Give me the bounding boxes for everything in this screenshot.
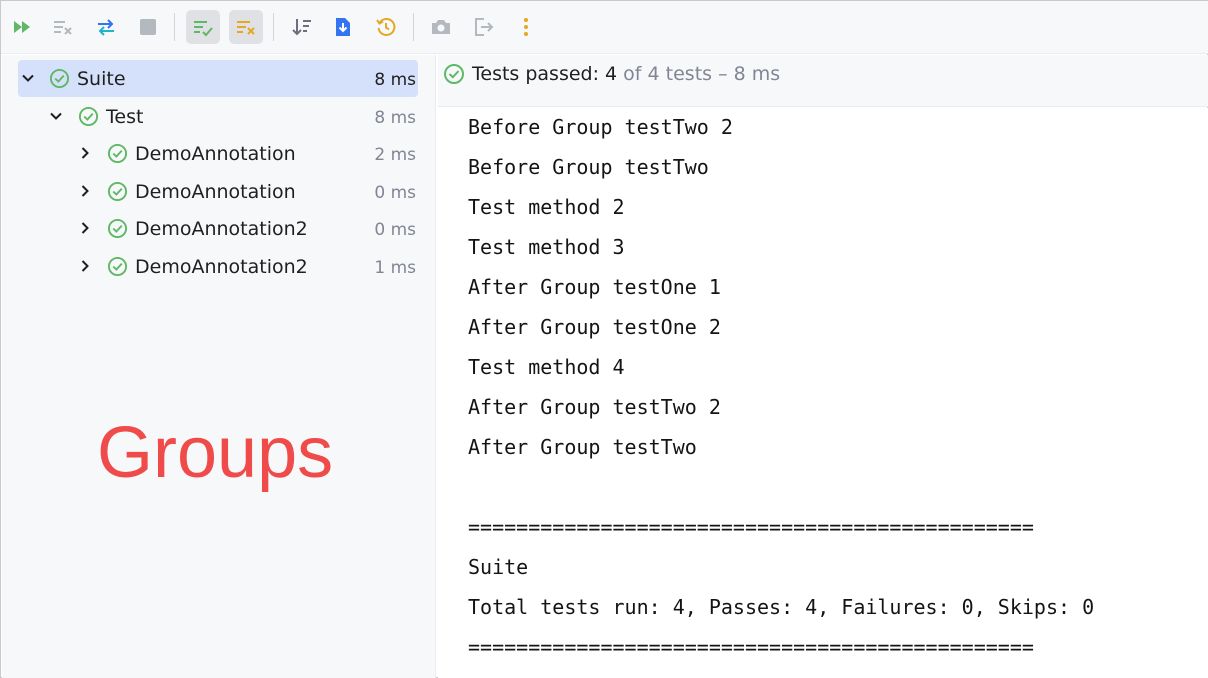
- tree-row-demoannotation[interactable]: DemoAnnotation 2 ms: [18, 135, 418, 172]
- test-tree-panel: Suite 8 ms Test 8 ms DemoAnnotation 2 ms…: [2, 55, 436, 678]
- test-history-button[interactable]: [369, 10, 403, 44]
- test-status-bar: Tests passed: 4 of 4 tests – 8 ms: [438, 55, 1208, 107]
- tree-row-duration: 8 ms: [374, 108, 416, 128]
- test-history-icon: [376, 18, 396, 36]
- console-line: After Group testOne 2: [468, 315, 721, 339]
- more-options-icon: [524, 18, 528, 36]
- status-suffix: of 4 tests – 8 ms: [617, 63, 781, 85]
- tree-row-label: Suite: [77, 68, 126, 90]
- console-line: Test method 4: [468, 355, 625, 379]
- test-runner-toolbar: [1, 1, 1208, 54]
- passed-check-icon: [107, 143, 128, 164]
- console-line: After Group testTwo: [468, 435, 697, 459]
- chevron-down-icon[interactable]: [20, 70, 36, 86]
- stop-icon: [140, 19, 156, 35]
- tree-row-demoannotation2[interactable]: DemoAnnotation2 0 ms: [18, 210, 418, 247]
- console-separator-line: ========================================…: [468, 635, 1034, 659]
- rerun-failed-tests-button[interactable]: [46, 10, 80, 44]
- show-ignored-icon: [237, 21, 255, 35]
- toggle-auto-test-button[interactable]: [89, 10, 123, 44]
- tree-row-duration: 0 ms: [374, 183, 416, 203]
- status-prefix: Tests passed:: [472, 63, 606, 85]
- console-output[interactable]: Before Group testTwo 2 Before Group test…: [438, 108, 1208, 678]
- show-passed-icon: [194, 21, 213, 37]
- passed-check-icon: [107, 181, 128, 202]
- tree-row-label: DemoAnnotation2: [135, 256, 308, 278]
- stop-button[interactable]: [131, 10, 165, 44]
- import-tests-icon: [336, 18, 350, 36]
- toolbar-separator: [273, 13, 274, 41]
- console-line: After Group testOne 1: [468, 275, 721, 299]
- chevron-right-icon[interactable]: [77, 258, 93, 274]
- sort-button[interactable]: [285, 10, 319, 44]
- console-line: After Group testTwo 2: [468, 395, 721, 419]
- console-line: Test method 3: [468, 235, 625, 259]
- console-line: Test method 2: [468, 195, 625, 219]
- chevron-right-icon[interactable]: [77, 183, 93, 199]
- console-summary-line: Total tests run: 4, Passes: 4, Failures:…: [468, 595, 1095, 619]
- tree-row-duration: 8 ms: [374, 70, 416, 90]
- sort-icon: [292, 19, 311, 36]
- tree-row-duration: 2 ms: [374, 145, 416, 165]
- tree-row-suite[interactable]: Suite 8 ms: [18, 60, 418, 97]
- passed-check-icon: [78, 106, 99, 127]
- passed-check-icon: [49, 68, 70, 89]
- passed-check-icon: [107, 218, 128, 239]
- import-tests-button[interactable]: [326, 10, 360, 44]
- tree-row-test[interactable]: Test 8 ms: [18, 98, 418, 135]
- passed-check-icon: [444, 64, 464, 84]
- export-button[interactable]: [466, 10, 500, 44]
- rerun-tests-icon: [14, 21, 30, 33]
- test-runner-window: Suite 8 ms Test 8 ms DemoAnnotation 2 ms…: [0, 0, 1208, 678]
- chevron-down-icon[interactable]: [48, 108, 64, 124]
- tree-row-label: Test: [106, 106, 144, 128]
- chevron-right-icon[interactable]: [77, 220, 93, 236]
- tree-row-label: DemoAnnotation: [135, 181, 296, 203]
- tree-row-duration: 0 ms: [374, 220, 416, 240]
- toolbar-separator: [413, 13, 414, 41]
- rerun-failed-tests-icon: [54, 21, 72, 35]
- console-line: Before Group testTwo: [468, 155, 709, 179]
- rerun-tests-button[interactable]: [5, 10, 39, 44]
- tests-passed-summary: Tests passed: 4 of 4 tests – 8 ms: [472, 63, 780, 85]
- toolbar-separator: [174, 13, 175, 41]
- passed-check-icon: [107, 256, 128, 277]
- more-options-button[interactable]: [509, 10, 543, 44]
- console-separator-line: ========================================…: [468, 515, 1034, 539]
- show-passed-toggle[interactable]: [186, 10, 220, 44]
- show-ignored-toggle[interactable]: [229, 10, 263, 44]
- console-line: Before Group testTwo 2: [468, 115, 733, 139]
- status-passed-count: 4: [605, 63, 618, 85]
- console-line: Suite: [468, 555, 529, 579]
- export-icon: [475, 18, 494, 36]
- toggle-auto-test-icon: [98, 19, 114, 36]
- tree-row-demoannotation[interactable]: DemoAnnotation 0 ms: [18, 173, 418, 210]
- screenshot-icon: [432, 20, 450, 34]
- screenshot-button[interactable]: [424, 10, 458, 44]
- tree-row-demoannotation2[interactable]: DemoAnnotation2 1 ms: [18, 248, 418, 285]
- groups-overlay-label: Groups: [97, 413, 334, 493]
- tree-row-label: DemoAnnotation2: [135, 218, 308, 240]
- chevron-right-icon[interactable]: [77, 145, 93, 161]
- tree-row-label: DemoAnnotation: [135, 143, 296, 165]
- tree-row-duration: 1 ms: [374, 258, 416, 278]
